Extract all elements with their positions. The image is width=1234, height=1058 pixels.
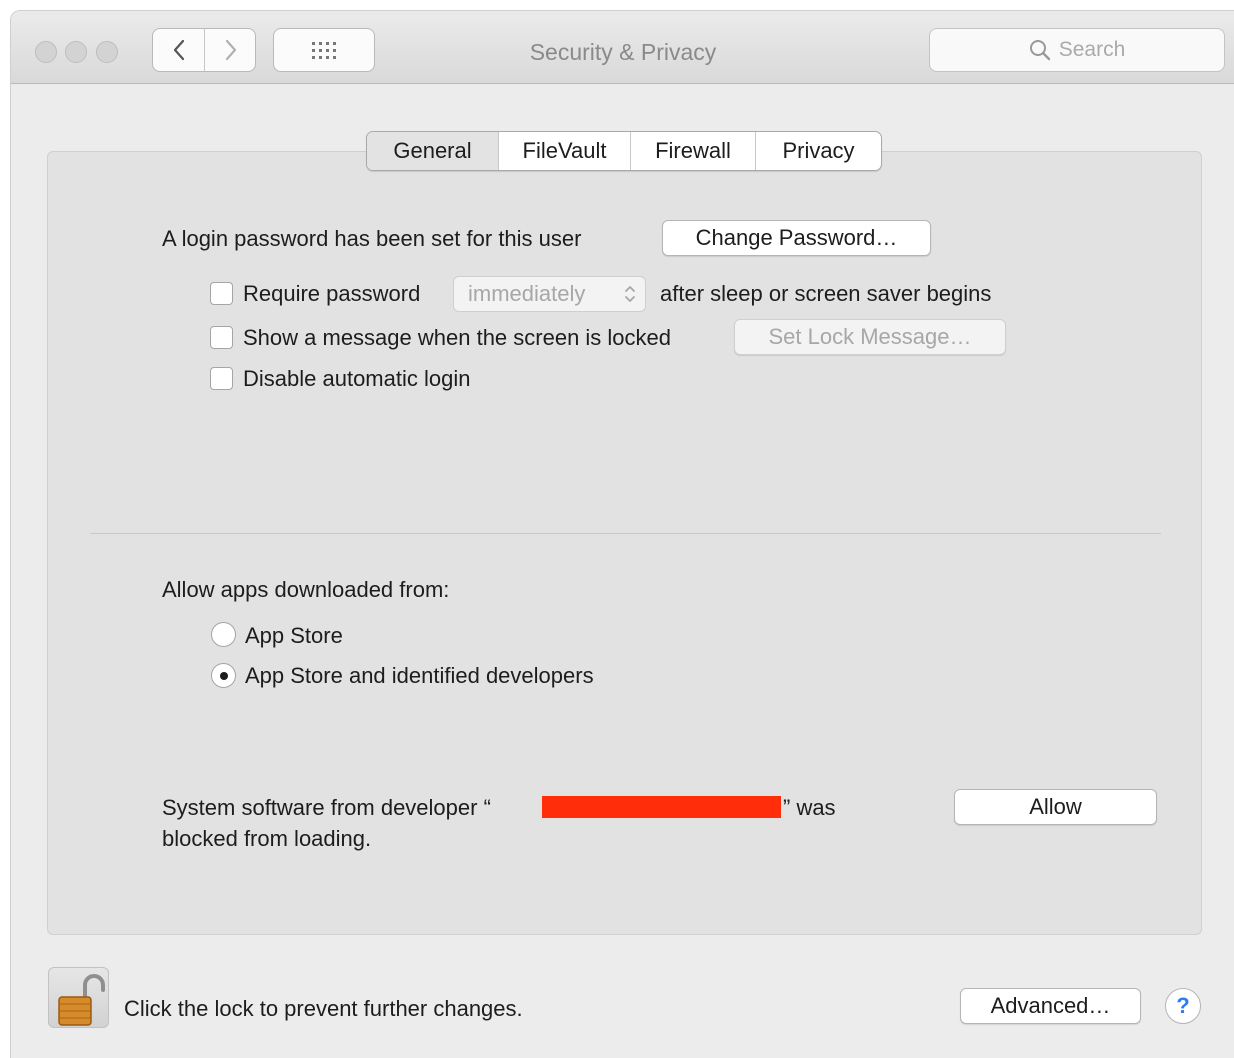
login-password-text: A login password has been set for this u… bbox=[162, 226, 582, 251]
blocked-text-prefix: System software from developer “ bbox=[162, 795, 491, 820]
blocked-text-line2: blocked from loading. bbox=[162, 826, 372, 851]
search-placeholder: Search bbox=[1058, 38, 1126, 61]
lock-status-text: Click the lock to prevent further change… bbox=[124, 996, 523, 1021]
unlocked-padlock-icon bbox=[58, 974, 105, 1026]
set-lock-message-button[interactable]: Set Lock Message… bbox=[734, 319, 1006, 355]
lock-button[interactable] bbox=[48, 967, 109, 1028]
tab-filevault[interactable]: FileVault bbox=[498, 132, 630, 170]
redacted-developer-name bbox=[542, 796, 781, 818]
radio-app-store-identified-label: App Store and identified developers bbox=[245, 663, 594, 688]
tab-general[interactable]: General bbox=[367, 132, 498, 170]
blocked-text-suffix: ” was bbox=[783, 795, 836, 820]
radio-selected-dot bbox=[219, 671, 228, 680]
section-divider bbox=[90, 533, 1161, 534]
require-password-select-value: immediately bbox=[468, 281, 586, 306]
title-bar: Security & Privacy Search bbox=[11, 11, 1234, 84]
search-icon bbox=[1029, 40, 1050, 61]
show-message-checkbox[interactable] bbox=[210, 326, 233, 349]
require-password-suffix: after sleep or screen saver begins bbox=[660, 281, 992, 306]
show-message-label: Show a message when the screen is locked bbox=[243, 325, 672, 350]
require-password-label: Require password bbox=[243, 281, 421, 306]
change-password-button[interactable]: Change Password… bbox=[662, 220, 931, 256]
require-password-select[interactable]: immediately bbox=[453, 276, 646, 312]
disable-auto-login-checkbox[interactable] bbox=[210, 367, 233, 390]
radio-app-store-label: App Store bbox=[245, 623, 343, 648]
search-field[interactable]: Search bbox=[929, 28, 1225, 72]
help-button[interactable]: ? bbox=[1165, 988, 1201, 1024]
radio-app-store[interactable] bbox=[211, 622, 236, 647]
disable-auto-login-label: Disable automatic login bbox=[243, 366, 471, 391]
system-preferences-window: Security & Privacy Search General FileVa… bbox=[10, 10, 1234, 1058]
allow-button[interactable]: Allow bbox=[954, 789, 1157, 825]
updown-chevron-icon bbox=[625, 286, 635, 302]
require-password-checkbox[interactable] bbox=[210, 282, 233, 305]
radio-app-store-identified[interactable] bbox=[211, 663, 236, 688]
tab-privacy[interactable]: Privacy bbox=[755, 132, 881, 170]
tab-firewall[interactable]: Firewall bbox=[630, 132, 755, 170]
advanced-button[interactable]: Advanced… bbox=[960, 988, 1141, 1024]
tab-bar: General FileVault Firewall Privacy bbox=[366, 131, 882, 171]
allow-apps-heading: Allow apps downloaded from: bbox=[162, 577, 450, 602]
